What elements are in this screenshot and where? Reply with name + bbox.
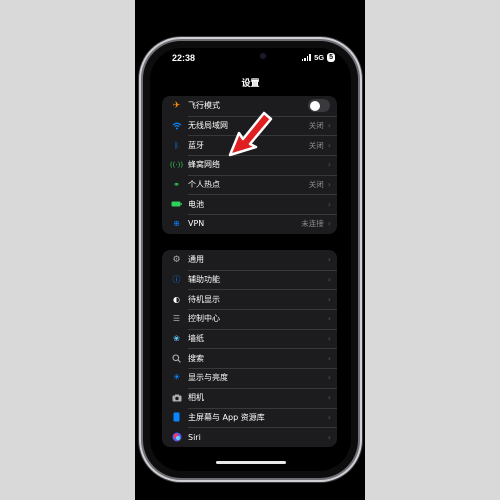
setting-label: Siri (188, 432, 201, 442)
wallpaper-icon: ❀ (173, 334, 180, 344)
setting-value: 未连接 (301, 219, 324, 229)
airplane-icon: ✈ (172, 100, 181, 111)
camera-icon (171, 392, 182, 403)
chevron-right-icon: › (327, 314, 331, 324)
hotspot-icon: ⚭ (173, 180, 180, 190)
vpn-icon: ⊕ (173, 219, 180, 229)
search-icon (171, 353, 182, 364)
brightness-icon: ☀ (172, 372, 181, 383)
notch (203, 48, 298, 66)
chevron-right-icon: › (327, 393, 331, 403)
setting-label: 主屏幕与 App 资源库 (188, 412, 265, 422)
siri-icon (171, 432, 182, 443)
chevron-right-icon: › (327, 255, 331, 265)
setting-label: 电池 (188, 199, 204, 209)
airplane-mode-toggle[interactable] (308, 99, 330, 113)
settings-group-general: ⚙ 通用 › ⓘ 辅助功能 › ◐ 待机显示 › ☰ 控制中心 › ❀ 墙纸 › (162, 250, 337, 447)
chevron-right-icon: › (327, 275, 331, 285)
setting-label: VPN (188, 219, 205, 229)
setting-value: 关闭 (308, 140, 324, 150)
wifi-icon (171, 120, 182, 131)
control-center-icon: ☰ (172, 314, 181, 324)
home-screen-icon (171, 412, 182, 423)
cellular-icon: ((·)) (169, 160, 184, 169)
setting-label: 搜索 (188, 353, 204, 363)
chevron-right-icon: › (327, 121, 331, 131)
setting-search[interactable]: 搜索 › (162, 348, 337, 368)
setting-label: 待机显示 (188, 294, 220, 304)
standby-icon: ◐ (173, 294, 180, 304)
network-type: 5G (314, 53, 325, 62)
chevron-right-icon: › (327, 160, 331, 170)
status-time: 22:38 (172, 53, 196, 63)
status-network: 5G 5 (301, 53, 335, 62)
setting-display-brightness[interactable]: ☀ 显示与亮度 › (162, 368, 337, 388)
chevron-right-icon: › (327, 294, 331, 304)
accessibility-icon: ⓘ (172, 275, 181, 285)
setting-standby[interactable]: ◐ 待机显示 › (162, 289, 337, 309)
setting-wallpaper[interactable]: ❀ 墙纸 › (162, 328, 337, 349)
setting-siri[interactable]: Siri › (162, 427, 337, 447)
battery-indicator: 5 (327, 53, 335, 62)
setting-label: 辅助功能 (188, 275, 220, 285)
chevron-right-icon: › (327, 432, 331, 442)
battery-icon (171, 199, 182, 210)
setting-general[interactable]: ⚙ 通用 › (162, 250, 337, 270)
setting-label: 相机 (188, 393, 204, 403)
setting-control-center[interactable]: ☰ 控制中心 › (162, 309, 337, 329)
setting-vpn[interactable]: ⊕ VPN 未连接 › (162, 214, 337, 234)
setting-label: 个人热点 (188, 180, 220, 190)
setting-hotspot[interactable]: ⚭ 个人热点 关闭 › (162, 174, 337, 195)
home-indicator (216, 461, 286, 464)
setting-home-screen[interactable]: 主屏幕与 App 资源库 › (162, 407, 337, 428)
setting-accessibility[interactable]: ⓘ 辅助功能 › (162, 269, 337, 290)
front-camera (260, 53, 266, 59)
chevron-right-icon: › (327, 140, 331, 150)
setting-camera[interactable]: 相机 › (162, 387, 337, 408)
chevron-right-icon: › (327, 373, 331, 383)
chevron-right-icon: › (327, 199, 331, 209)
setting-label: 通用 (188, 255, 204, 265)
setting-value: 关闭 (308, 180, 324, 190)
chevron-right-icon: › (327, 412, 331, 422)
setting-value: 关闭 (308, 121, 324, 131)
setting-label: 墙纸 (188, 334, 204, 344)
setting-label: 控制中心 (188, 314, 220, 324)
setting-label: 显示与亮度 (188, 373, 228, 383)
setting-battery[interactable]: 电池 › (162, 194, 337, 214)
chevron-right-icon: › (327, 353, 331, 363)
page-title: 设置 (241, 79, 260, 89)
chevron-right-icon: › (327, 219, 331, 229)
bluetooth-icon: ᛒ (174, 140, 179, 150)
red-arrow-annotation-icon (228, 111, 273, 157)
setting-label: 蜂窝网络 (188, 160, 220, 170)
signal-icon (301, 54, 312, 61)
chevron-right-icon: › (327, 334, 331, 344)
gear-icon: ⚙ (172, 254, 181, 265)
chevron-right-icon: › (327, 180, 331, 190)
